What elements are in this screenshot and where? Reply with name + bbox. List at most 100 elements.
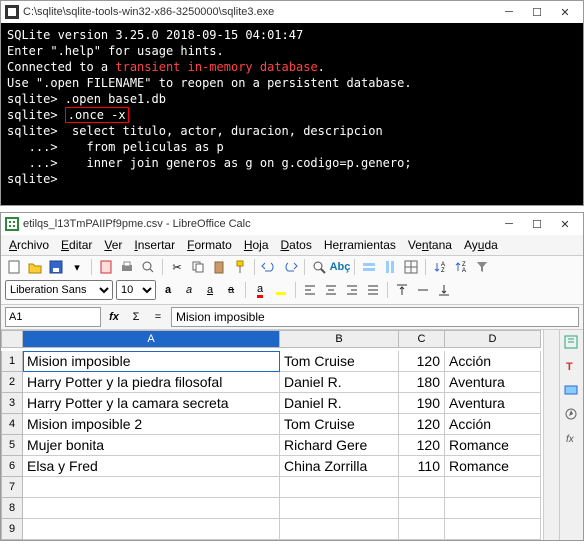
terminal-body[interactable]: SQLite version 3.25.0 2018-09-15 04:01:4… [1, 23, 583, 205]
valign-bot-icon[interactable] [435, 281, 453, 299]
undo-icon[interactable] [260, 258, 278, 276]
copy-icon[interactable] [189, 258, 207, 276]
spellcheck-icon[interactable]: Abç [331, 258, 349, 276]
cell[interactable]: Elsa y Fred [23, 456, 280, 477]
row-header[interactable]: 2 [1, 372, 23, 393]
select-all-corner[interactable] [1, 330, 23, 348]
cell[interactable]: Daniel R. [280, 372, 399, 393]
formula-input[interactable]: Mision imposible [171, 307, 579, 327]
cell[interactable] [399, 519, 445, 540]
cell[interactable]: Romance [445, 456, 541, 477]
cell[interactable] [280, 498, 399, 519]
cell[interactable]: Tom Cruise [280, 351, 399, 372]
paste-icon[interactable] [210, 258, 228, 276]
col-header-D[interactable]: D [445, 330, 541, 348]
sum-icon[interactable]: Σ [127, 308, 145, 326]
row-header[interactable]: 8 [1, 498, 23, 519]
new-icon[interactable] [5, 258, 23, 276]
menu-ventana[interactable]: Ventana [408, 238, 452, 252]
align-right-icon[interactable] [343, 281, 361, 299]
cell[interactable]: Aventura [445, 393, 541, 414]
row-header[interactable]: 6 [1, 456, 23, 477]
sort-desc-icon[interactable]: ZA [452, 258, 470, 276]
underline-icon[interactable]: a [201, 281, 219, 299]
menu-ayuda[interactable]: Ayuda [464, 238, 498, 252]
cell[interactable]: Acción [445, 414, 541, 435]
cell[interactable] [445, 477, 541, 498]
col-icon[interactable] [381, 258, 399, 276]
cell[interactable]: 120 [399, 435, 445, 456]
styles-icon[interactable]: T [563, 358, 581, 376]
print-icon[interactable] [118, 258, 136, 276]
bold-icon[interactable]: a [159, 281, 177, 299]
properties-icon[interactable] [563, 334, 581, 352]
open-icon[interactable] [26, 258, 44, 276]
row-header[interactable]: 7 [1, 477, 23, 498]
equals-icon[interactable]: = [149, 308, 167, 326]
menu-insertar[interactable]: Insertar [134, 238, 175, 252]
font-color-icon[interactable]: a [251, 281, 269, 299]
cell[interactable] [23, 519, 280, 540]
cell[interactable]: Romance [445, 435, 541, 456]
highlight-icon[interactable] [272, 281, 290, 299]
cell[interactable]: Mujer bonita [23, 435, 280, 456]
menu-datos[interactable]: Datos [281, 238, 312, 252]
cell[interactable]: Mision imposible [23, 351, 280, 372]
save-icon[interactable] [47, 258, 65, 276]
row-header[interactable]: 9 [1, 519, 23, 540]
cell[interactable]: 120 [399, 351, 445, 372]
cell[interactable] [23, 498, 280, 519]
pdf-icon[interactable] [97, 258, 115, 276]
row-icon[interactable] [360, 258, 378, 276]
function-wizard-icon[interactable]: fx [105, 308, 123, 326]
row-header[interactable]: 1 [1, 351, 23, 372]
align-left-icon[interactable] [301, 281, 319, 299]
navigator-icon[interactable] [563, 406, 581, 424]
strike-icon[interactable]: a [222, 281, 240, 299]
cell[interactable]: Harry Potter y la camara secreta [23, 393, 280, 414]
spreadsheet-grid[interactable]: A B C D 1Mision imposibleTom Cruise120Ac… [1, 330, 543, 540]
cell[interactable]: China Zorrilla [280, 456, 399, 477]
preview-icon[interactable] [139, 258, 157, 276]
minimize-button[interactable]: ─ [495, 214, 523, 234]
cell[interactable]: 120 [399, 414, 445, 435]
font-name-select[interactable]: Liberation Sans [5, 280, 113, 300]
valign-top-icon[interactable] [393, 281, 411, 299]
cell[interactable]: Aventura [445, 372, 541, 393]
format-paint-icon[interactable] [231, 258, 249, 276]
col-header-A[interactable]: A [23, 330, 280, 348]
menu-ver[interactable]: Ver [104, 238, 122, 252]
col-header-C[interactable]: C [399, 330, 445, 348]
table-icon[interactable] [402, 258, 420, 276]
filter-icon[interactable] [473, 258, 491, 276]
cell[interactable]: Mision imposible 2 [23, 414, 280, 435]
cell[interactable]: Acción [445, 351, 541, 372]
cell[interactable]: Daniel R. [280, 393, 399, 414]
align-justify-icon[interactable] [364, 281, 382, 299]
sort-asc-icon[interactable]: AZ [431, 258, 449, 276]
row-header[interactable]: 5 [1, 435, 23, 456]
dropdown-icon[interactable]: ▾ [68, 258, 86, 276]
minimize-button[interactable]: ─ [495, 2, 523, 22]
vertical-scrollbar[interactable] [543, 330, 559, 540]
cell[interactable] [399, 477, 445, 498]
cell-reference-input[interactable] [5, 307, 101, 327]
cell[interactable] [280, 519, 399, 540]
cell[interactable] [445, 498, 541, 519]
valign-mid-icon[interactable] [414, 281, 432, 299]
cell[interactable]: Tom Cruise [280, 414, 399, 435]
find-icon[interactable] [310, 258, 328, 276]
functions-icon[interactable]: fx [563, 430, 581, 448]
cell[interactable]: Harry Potter y la piedra filosofal [23, 372, 280, 393]
col-header-B[interactable]: B [280, 330, 399, 348]
menu-formato[interactable]: Formato [187, 238, 232, 252]
row-header[interactable]: 4 [1, 414, 23, 435]
menu-archivo[interactable]: Archivo [9, 238, 49, 252]
maximize-button[interactable]: ☐ [523, 214, 551, 234]
row-header[interactable]: 3 [1, 393, 23, 414]
close-button[interactable]: ✕ [551, 2, 579, 22]
cell[interactable]: 190 [399, 393, 445, 414]
cell[interactable]: 180 [399, 372, 445, 393]
menu-editar[interactable]: Editar [61, 238, 92, 252]
cut-icon[interactable]: ✂ [168, 258, 186, 276]
